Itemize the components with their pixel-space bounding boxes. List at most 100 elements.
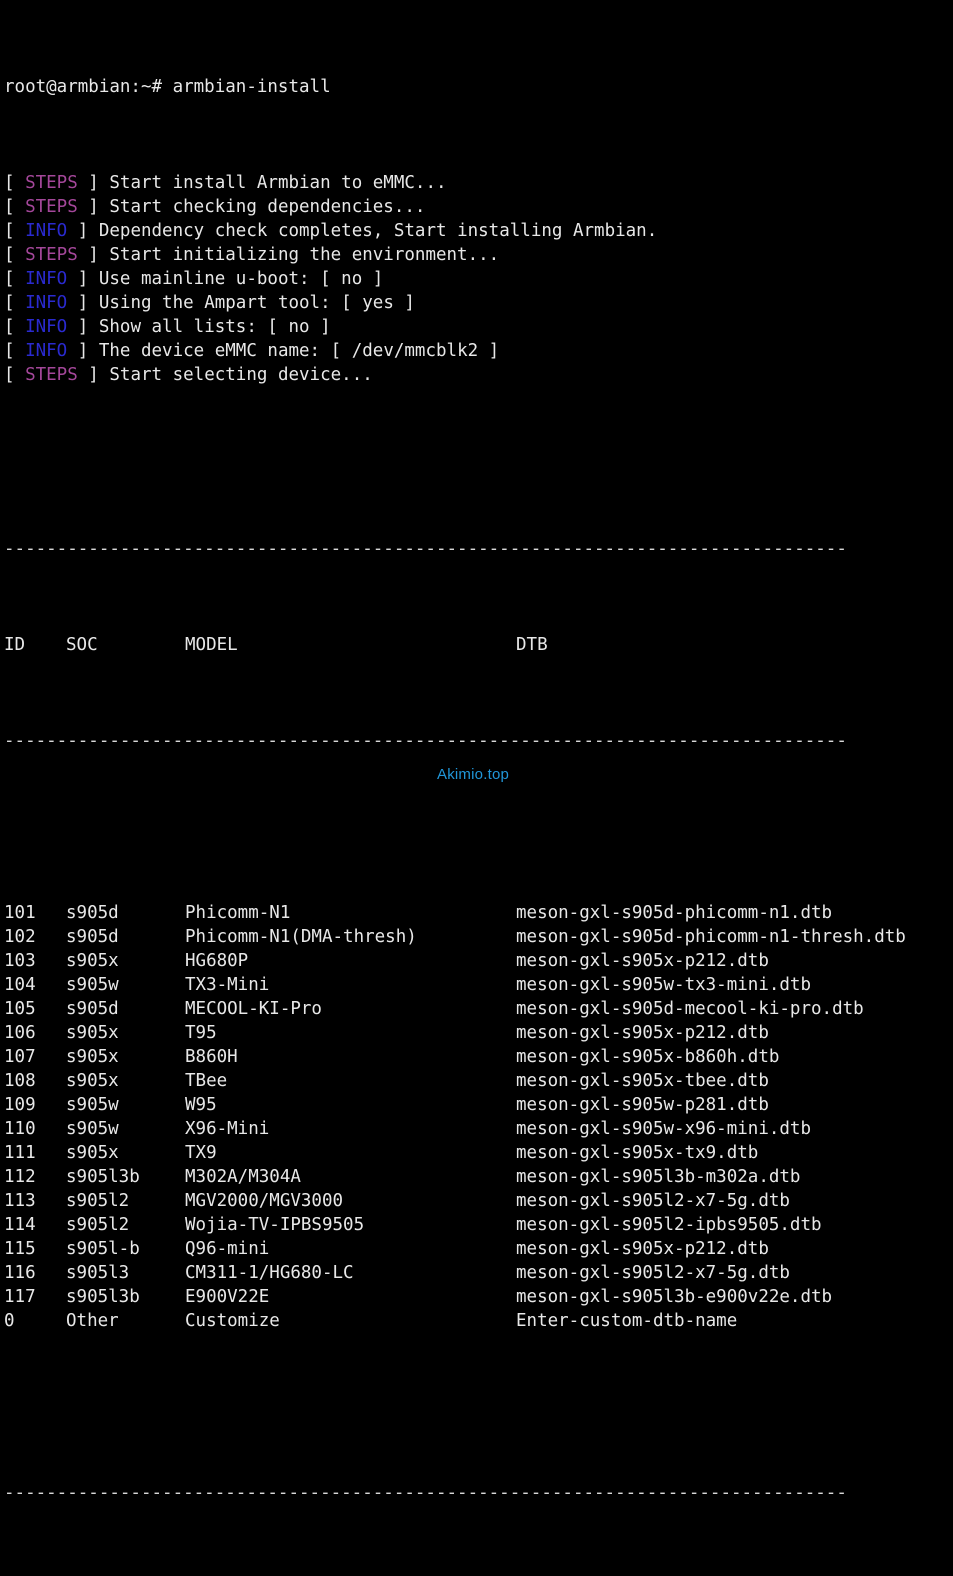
table-header-soc: SOC (66, 635, 98, 655)
log-line: [ STEPS ] Start initializing the environ… (4, 243, 953, 267)
table-row[interactable]: 113 s905l2 MGV2000/MGV3000 meson-gxl-s905l2… (4, 1189, 953, 1213)
table-row[interactable]: 117 s905l3b E900V22E meson-gxl-s905l3b-e900… (4, 1285, 953, 1309)
log-message: The device eMMC name: [ /dev/mmcblk2 ] (98, 341, 500, 361)
log-bracket-close: ] (77, 173, 110, 193)
table-row[interactable]: 108 s905x TBee meson-gxl-s905x-tbee.dtb (4, 1069, 953, 1093)
log-message: Start checking dependencies... (109, 197, 426, 217)
table-cell-soc: s905l3 (66, 1263, 130, 1283)
log-bracket-open: [ (4, 317, 26, 337)
log-message: Show all lists: [ no ] (98, 317, 331, 337)
table-cell-id: 109 (4, 1095, 36, 1115)
log-tag-steps: STEPS (25, 197, 78, 217)
log-bracket-open: [ (4, 269, 26, 289)
table-cell-id: 107 (4, 1047, 36, 1067)
log-line: [ STEPS ] Start selecting device... (4, 363, 953, 387)
log-bracket-close: ] (67, 221, 99, 241)
shell-prompt-line: root@armbian:~# armbian-install (4, 75, 953, 99)
watermark-label: Akimio.top (437, 766, 510, 783)
table-cell-dtb: meson-gxl-s905l2-x7-5g.dtb (516, 1191, 790, 1211)
table-cell-soc: s905l2 (66, 1215, 130, 1235)
table-cell-model: Customize (185, 1311, 280, 1331)
table-cell-id: 116 (4, 1263, 36, 1283)
log-bracket-open: [ (4, 365, 26, 385)
table-cell-soc: s905w (66, 1095, 119, 1115)
table-cell-dtb: meson-gxl-s905x-b860h.dtb (516, 1047, 780, 1067)
table-row[interactable]: 115 s905l-b Q96-mini meson-gxl-s905x-p212.d… (4, 1237, 953, 1261)
log-message: Dependency check completes, Start instal… (98, 221, 658, 241)
log-bracket-close: ] (67, 317, 99, 337)
table-cell-dtb: meson-gxl-s905d-phicomm-n1-thresh.dtb (516, 927, 906, 947)
table-row[interactable]: 105 s905d MECOOL-KI-Pro meson-gxl-s905d-mec… (4, 997, 953, 1021)
table-header-dtb: DTB (516, 635, 548, 655)
terminal-window[interactable]: root@armbian:~# armbian-install [ STEPS … (0, 0, 953, 1503)
table-cell-dtb: meson-gxl-s905x-tx9.dtb (516, 1143, 759, 1163)
table-cell-id: 103 (4, 951, 36, 971)
post-header-gap (4, 825, 953, 829)
table-row[interactable]: 114 s905l2 Wojia-TV-IPBS9505 meson-gxl-s905… (4, 1213, 953, 1237)
log-bracket-open: [ (4, 341, 26, 361)
table-cell-dtb: Enter-custom-dtb-name (516, 1311, 738, 1331)
table-cell-model: B860H (185, 1047, 238, 1067)
table-header-id: ID (4, 635, 26, 655)
table-row[interactable]: 107 s905x B860H meson-gxl-s905x-b860h.dtb (4, 1045, 953, 1069)
table-cell-soc: s905x (66, 1047, 119, 1067)
log-message: Using the Ampart tool: [ yes ] (98, 293, 415, 313)
log-message: Start selecting device... (109, 365, 373, 385)
table-cell-model: E900V22E (185, 1287, 270, 1307)
table-cell-id: 113 (4, 1191, 36, 1211)
table-cell-model: Q96-mini (185, 1239, 270, 1259)
table-row[interactable]: 106 s905x T95 meson-gxl-s905x-p212.dtb (4, 1021, 953, 1045)
log-bracket-open: [ (4, 221, 26, 241)
table-cell-id: 102 (4, 927, 36, 947)
log-tag-info: INFO (25, 221, 68, 241)
log-tag-info: INFO (25, 269, 68, 289)
table-cell-dtb: meson-gxl-s905w-tx3-mini.dtb (516, 975, 812, 995)
table-cell-id: 115 (4, 1239, 36, 1259)
table-row[interactable]: 116 s905l3 CM311-1/HG680-LC meson-gxl-s905l… (4, 1261, 953, 1285)
log-tag-steps: STEPS (25, 365, 78, 385)
log-line: [ INFO ] Use mainline u-boot: [ no ] (4, 267, 953, 291)
table-cell-dtb: meson-gxl-s905l2-ipbs9505.dtb (516, 1215, 822, 1235)
table-cell-soc: s905l3b (66, 1167, 140, 1187)
table-cell-soc: s905x (66, 951, 119, 971)
table-cell-dtb: meson-gxl-s905x-tbee.dtb (516, 1071, 769, 1091)
table-cell-model: TBee (185, 1071, 228, 1091)
table-cell-soc: s905l2 (66, 1191, 130, 1211)
log-message: Use mainline u-boot: [ no ] (98, 269, 384, 289)
table-row[interactable]: 101 s905d Phicomm-N1 meson-gxl-s905d-phicom… (4, 901, 953, 925)
log-message: Start install Armbian to eMMC... (109, 173, 447, 193)
table-cell-model: T95 (185, 1023, 217, 1043)
table-cell-id: 106 (4, 1023, 36, 1043)
post-table-gap (4, 1405, 953, 1409)
table-cell-id: 108 (4, 1071, 36, 1091)
table-cell-id: 114 (4, 1215, 36, 1235)
table-cell-model: W95 (185, 1095, 217, 1115)
table-top-separator: ----------------------------------------… (4, 539, 847, 559)
table-cell-id: 112 (4, 1167, 36, 1187)
table-cell-id: 104 (4, 975, 36, 995)
log-line: [ STEPS ] Start install Armbian to eMMC.… (4, 171, 953, 195)
log-output-block: [ STEPS ] Start install Armbian to eMMC.… (4, 171, 953, 387)
table-cell-soc: s905w (66, 1119, 119, 1139)
log-bracket-open: [ (4, 173, 26, 193)
table-row[interactable]: 109 s905w W95 meson-gxl-s905w-p281.dtb (4, 1093, 953, 1117)
log-bracket-open: [ (4, 245, 26, 265)
table-row[interactable]: 102 s905d Phicomm-N1(DMA-thresh) meson-gxl-… (4, 925, 953, 949)
table-cell-model: X96-Mini (185, 1119, 270, 1139)
table-cell-model: Phicomm-N1(DMA-thresh) (185, 927, 417, 947)
table-row[interactable]: 110 s905w X96-Mini meson-gxl-s905w-x96-mini… (4, 1117, 953, 1141)
table-cell-soc: s905x (66, 1143, 119, 1163)
table-row[interactable]: 104 s905w TX3-Mini meson-gxl-s905w-tx3-mini… (4, 973, 953, 997)
table-cell-model: HG680P (185, 951, 249, 971)
pre-table-gap (4, 459, 953, 465)
table-row[interactable]: 0 Other Customize Enter-custom-dtb-name (4, 1309, 953, 1333)
table-row[interactable]: 112 s905l3b M302A/M304A meson-gxl-s905l3b-m… (4, 1165, 953, 1189)
table-cell-id: 111 (4, 1143, 36, 1163)
table-header-separator: ----------------------------------------… (4, 731, 847, 751)
table-cell-soc: s905d (66, 927, 119, 947)
table-cell-soc: s905l-b (66, 1239, 140, 1259)
device-table-body: 101 s905d Phicomm-N1 meson-gxl-s905d-phicom… (4, 901, 953, 1333)
table-row[interactable]: 103 s905x HG680P meson-gxl-s905x-p212.dtb (4, 949, 953, 973)
table-row[interactable]: 111 s905x TX9 meson-gxl-s905x-tx9.dtb (4, 1141, 953, 1165)
table-cell-dtb: meson-gxl-s905d-phicomm-n1.dtb (516, 903, 833, 923)
